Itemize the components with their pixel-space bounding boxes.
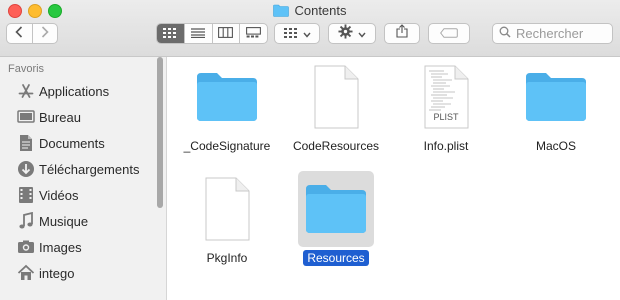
applications-icon xyxy=(16,81,36,101)
window-title: Contents xyxy=(0,2,620,22)
chevron-down-icon xyxy=(358,25,366,43)
home-icon xyxy=(16,263,36,283)
sidebar-item-label: Bureau xyxy=(39,109,81,125)
sidebar-item-label: Vidéos xyxy=(39,187,79,203)
file-item[interactable]: MacOS xyxy=(501,59,611,155)
file-name: CodeResources xyxy=(292,139,380,153)
tags-button[interactable] xyxy=(428,23,470,44)
search-field[interactable] xyxy=(492,23,613,44)
columns-icon xyxy=(218,25,234,43)
column-view-button[interactable] xyxy=(211,24,240,43)
sidebar-item-label: Téléchargements xyxy=(39,161,140,177)
forward-button[interactable] xyxy=(31,24,58,43)
finder-window: Contents Rechercher Favoris Applications… xyxy=(0,0,620,300)
group-grid-icon xyxy=(283,25,298,43)
chevron-right-icon xyxy=(41,25,49,43)
gear-icon xyxy=(338,23,353,44)
navigation-group xyxy=(6,23,58,44)
sidebar-item-videos[interactable]: Vidéos xyxy=(0,183,156,207)
chevron-down-icon xyxy=(302,25,311,43)
share-icon xyxy=(396,24,408,43)
gallery-icon xyxy=(246,25,262,43)
document-icon xyxy=(298,59,374,135)
plist-document-icon: PLIST xyxy=(408,59,484,135)
file-browser: _CodeSignature CodeResources PLIST Info.… xyxy=(167,57,620,300)
file-item[interactable]: CodeResources xyxy=(281,59,391,155)
folder-icon xyxy=(518,59,594,135)
scrollbar-thumb[interactable] xyxy=(157,57,163,208)
list-view-button[interactable] xyxy=(183,24,212,43)
folder-icon xyxy=(189,59,265,135)
tag-icon xyxy=(440,25,458,43)
file-item[interactable]: PkgInfo xyxy=(172,171,282,267)
sidebar-heading: Favoris xyxy=(8,63,45,75)
sidebar-item-intego[interactable]: intego xyxy=(0,261,156,285)
file-item[interactable]: PLIST Info.plist xyxy=(391,59,501,155)
file-name: _CodeSignature xyxy=(183,139,271,153)
sidebar-item-label: Musique xyxy=(39,213,89,229)
sidebar-item-images[interactable]: Images xyxy=(0,235,156,259)
view-mode-group xyxy=(156,23,268,44)
folder-icon xyxy=(298,171,374,247)
file-item-selected[interactable]: Resources xyxy=(281,171,391,267)
sidebar-item-musique[interactable]: Musique xyxy=(0,209,156,233)
downloads-icon xyxy=(16,159,36,179)
titlebar: Contents xyxy=(0,0,620,57)
back-button[interactable] xyxy=(7,24,32,43)
file-name: Resources xyxy=(303,250,369,266)
group-by-menu[interactable] xyxy=(274,23,320,44)
sidebar: Favoris Applications Bureau Documents Té… xyxy=(0,57,167,300)
music-icon xyxy=(16,211,36,231)
file-item[interactable]: _CodeSignature xyxy=(172,59,282,155)
desktop-icon xyxy=(16,107,36,127)
folder-icon xyxy=(273,4,290,22)
sidebar-item-applications[interactable]: Applications xyxy=(0,79,156,103)
file-name: Info.plist xyxy=(423,139,469,153)
grid-icon xyxy=(163,25,177,43)
gallery-view-button[interactable] xyxy=(239,24,267,43)
share-button[interactable] xyxy=(384,23,420,44)
window-title-text: Contents xyxy=(294,3,347,18)
file-name: PkgInfo xyxy=(206,251,248,265)
sidebar-scrollbar[interactable] xyxy=(156,57,164,300)
sidebar-item-telechargements[interactable]: Téléchargements xyxy=(0,157,156,181)
sidebar-item-label: Images xyxy=(39,239,82,255)
list-icon xyxy=(191,25,206,43)
icon-view-button[interactable] xyxy=(157,24,184,43)
search-input[interactable] xyxy=(516,26,606,41)
sidebar-item-documents[interactable]: Documents xyxy=(0,131,156,155)
sidebar-item-label: Applications xyxy=(39,83,110,99)
file-name: MacOS xyxy=(535,139,576,153)
documents-icon xyxy=(16,133,36,153)
document-icon xyxy=(189,171,265,247)
movies-icon xyxy=(16,185,36,205)
sidebar-item-bureau[interactable]: Bureau xyxy=(0,105,156,129)
pictures-icon xyxy=(16,237,36,257)
plist-badge: PLIST xyxy=(433,112,459,122)
chevron-left-icon xyxy=(15,25,23,43)
sidebar-item-label: intego xyxy=(39,265,75,281)
search-icon xyxy=(499,25,511,43)
action-menu[interactable] xyxy=(328,23,376,44)
sidebar-item-label: Documents xyxy=(39,135,105,151)
